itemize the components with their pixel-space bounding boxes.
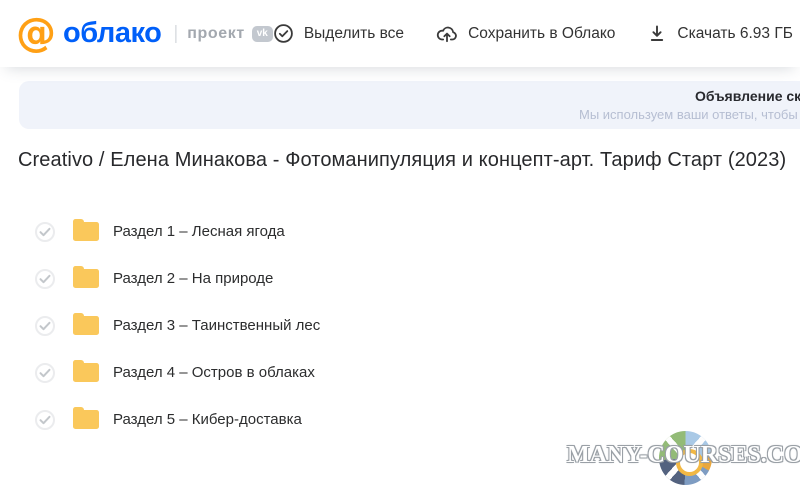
ad-hidden-banner: Объявление скрыто Мы используем ваши отв… xyxy=(19,81,800,129)
mailru-at-icon: @ xyxy=(16,13,56,53)
folder-icon xyxy=(73,363,99,382)
folder-icon xyxy=(73,410,99,429)
download-label: Скачать 6.93 ГБ xyxy=(677,25,792,43)
check-circle-icon xyxy=(273,23,294,44)
banner-title: Объявление скрыто xyxy=(695,88,800,104)
folder-label: Раздел 3 – Таинственный лес xyxy=(113,317,320,334)
folder-list: Раздел 1 – Лесная ягода Раздел 2 – На пр… xyxy=(35,208,320,443)
vk-logo-icon: vk xyxy=(252,26,273,42)
page-title: Creativo / Елена Минакова - Фотоманипуля… xyxy=(18,149,786,172)
folder-label: Раздел 2 – На природе xyxy=(113,270,273,287)
header-actions: Выделить все Сохранить в Облако Скачать … xyxy=(273,23,793,44)
logo-divider: | xyxy=(173,23,178,45)
folder-row-4[interactable]: Раздел 4 – Остров в облаках xyxy=(35,349,320,396)
folder-checkbox[interactable] xyxy=(35,363,55,383)
folder-icon xyxy=(73,222,99,241)
save-to-cloud-label: Сохранить в Облако xyxy=(468,25,615,43)
cloud-upload-icon xyxy=(436,23,458,44)
select-all-label: Выделить все xyxy=(304,25,404,43)
folder-row-3[interactable]: Раздел 3 – Таинственный лес xyxy=(35,302,320,349)
download-icon xyxy=(647,23,667,44)
save-to-cloud-button[interactable]: Сохранить в Облако xyxy=(436,23,615,44)
folder-row-1[interactable]: Раздел 1 – Лесная ягода xyxy=(35,208,320,255)
watermark: MANY-COURSES.COM xyxy=(567,428,797,490)
project-label: проект xyxy=(187,25,245,43)
brand-name: облако xyxy=(63,17,161,50)
folder-icon xyxy=(73,269,99,288)
cloud-logo[interactable]: @ облако | проект vk xyxy=(16,15,273,53)
watermark-text: MANY-COURSES.COM xyxy=(567,442,797,469)
folder-row-2[interactable]: Раздел 2 – На природе xyxy=(35,255,320,302)
folder-label: Раздел 4 – Остров в облаках xyxy=(113,364,315,381)
folder-checkbox[interactable] xyxy=(35,410,55,430)
select-all-button[interactable]: Выделить все xyxy=(273,23,404,44)
folder-label: Раздел 1 – Лесная ягода xyxy=(113,223,285,240)
folder-checkbox[interactable] xyxy=(35,222,55,242)
folder-icon xyxy=(73,316,99,335)
folder-checkbox[interactable] xyxy=(35,269,55,289)
folder-label: Раздел 5 – Кибер-доставка xyxy=(113,411,302,428)
folder-row-5[interactable]: Раздел 5 – Кибер-доставка xyxy=(35,396,320,443)
header: @ облако | проект vk Выделить все Сохран… xyxy=(0,0,800,67)
folder-checkbox[interactable] xyxy=(35,316,55,336)
banner-subtitle: Мы используем ваши ответы, чтобы подбира… xyxy=(579,107,800,122)
download-button[interactable]: Скачать 6.93 ГБ xyxy=(647,23,792,44)
